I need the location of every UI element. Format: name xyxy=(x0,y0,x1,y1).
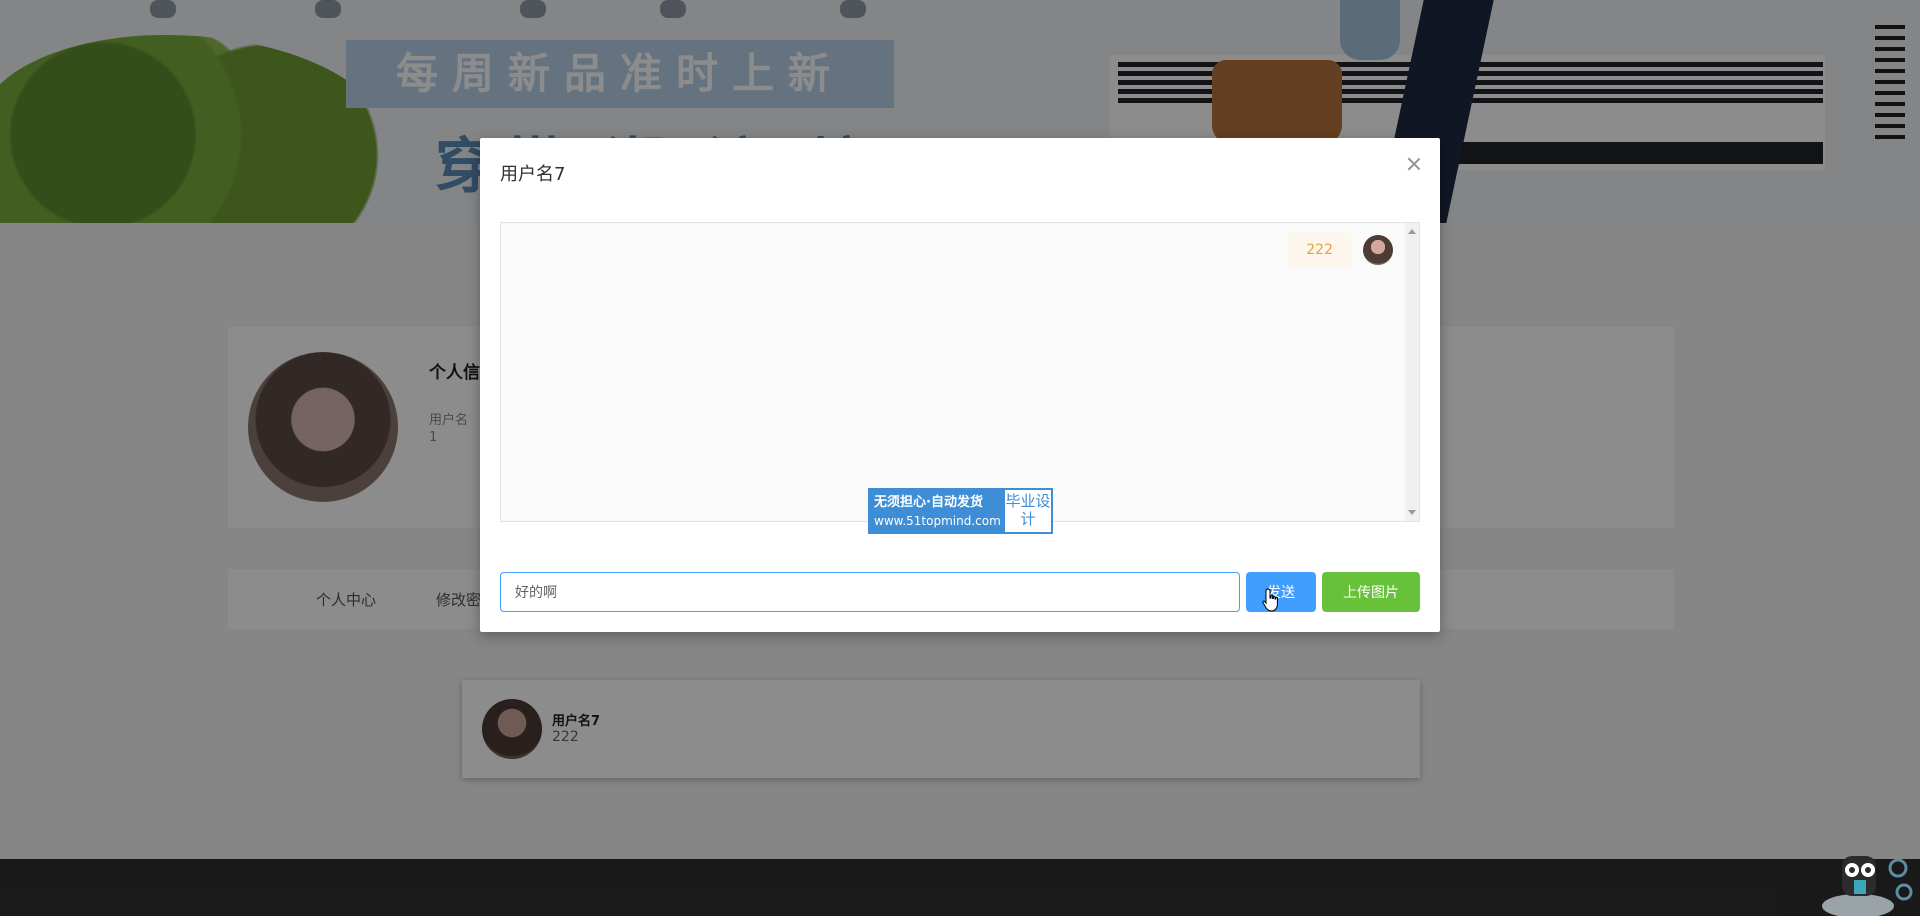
arrow-down-icon[interactable] xyxy=(1408,510,1416,515)
watermark-logo: 无须担心·自动发货 www.51topmind.com 毕业设计 xyxy=(868,488,1053,534)
hand-pointer-icon xyxy=(1262,588,1278,612)
message-input[interactable] xyxy=(500,572,1240,612)
message-scrollbar[interactable] xyxy=(1405,223,1419,521)
arrow-up-icon[interactable] xyxy=(1408,229,1416,234)
dialog-title: 用户名7 xyxy=(500,164,566,185)
send-button[interactable]: 发送 xyxy=(1246,572,1316,612)
mascot-icon xyxy=(1822,856,1913,916)
watermark-url: www.51topmind.com xyxy=(874,514,1001,528)
upload-image-button[interactable]: 上传图片 xyxy=(1322,572,1420,612)
message-area: 222 xyxy=(500,222,1420,522)
watermark-side-text: 毕业设计 xyxy=(1005,490,1051,532)
close-icon[interactable] xyxy=(1406,156,1422,172)
message-avatar xyxy=(1363,235,1393,265)
message-bubble: 222 xyxy=(1288,233,1351,267)
watermark-line1: 无须担心·自动发货 xyxy=(874,495,983,510)
chat-dialog: 用户名7 222 无须担心·自动发货 www.51topmind.com 毕业设… xyxy=(480,138,1440,632)
